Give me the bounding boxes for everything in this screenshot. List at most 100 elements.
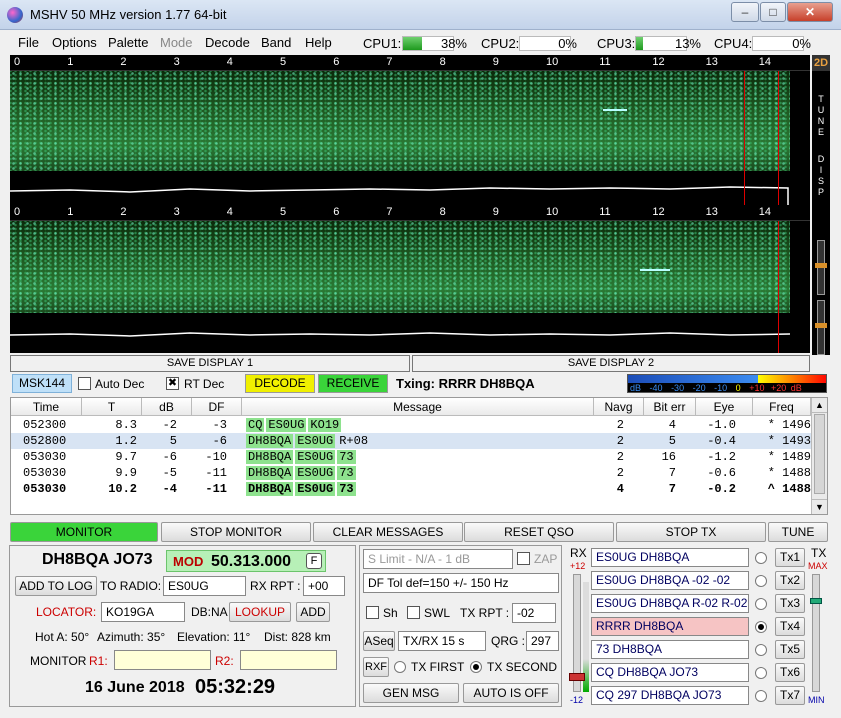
tx-message-3[interactable]: ES0UG DH8BQA R-02 R-02 [591, 594, 749, 613]
maximize-button[interactable]: □ [760, 2, 786, 22]
sh-checkbox[interactable] [366, 606, 379, 619]
table-row[interactable]: 052300 8.3 -2 -3 2 4 -1.0 * 1496 CQ ES0UG KO19 [11, 417, 811, 433]
f-button[interactable]: F [306, 553, 322, 569]
auto-dec-checkbox[interactable] [78, 377, 91, 390]
menu-file[interactable]: File [18, 35, 39, 50]
tx-select-radio-5[interactable] [755, 644, 767, 656]
add-button[interactable]: ADD [296, 602, 330, 622]
waterfall-display-2[interactable]: 0123456789101112131415 [10, 205, 810, 353]
col-db[interactable]: dB [142, 398, 192, 416]
tx-level-thumb[interactable] [810, 598, 822, 604]
monitor-button[interactable]: MONITOR [10, 522, 158, 542]
col-freq[interactable]: Freq [753, 398, 811, 416]
minimize-button[interactable]: – [731, 2, 759, 22]
txrx-period-spinner[interactable]: TX/RX 15 s [398, 631, 486, 651]
menu-options[interactable]: Options [52, 35, 97, 50]
cell-df: -6 [212, 434, 227, 448]
save-display-1-button[interactable]: SAVE DISPLAY 1 [10, 355, 410, 372]
tx1-button[interactable]: Tx1 [775, 548, 805, 567]
col-navg[interactable]: Navg [594, 398, 644, 416]
r2-input[interactable] [240, 650, 337, 670]
tx5-button[interactable]: Tx5 [775, 640, 805, 659]
menu-help[interactable]: Help [305, 35, 332, 50]
waterfall-display-1[interactable]: 0123456789101112131415 [10, 55, 810, 205]
reset-qso-button[interactable]: RESET QSO [464, 522, 614, 542]
tx-select-radio-6[interactable] [755, 667, 767, 679]
save-display-2-button[interactable]: SAVE DISPLAY 2 [412, 355, 810, 372]
rx-label: RX [570, 546, 587, 560]
tx-message-6[interactable]: CQ DH8BQA JO73 [591, 663, 749, 682]
tx-select-radio-3[interactable] [755, 598, 767, 610]
s-limit-spinner[interactable]: S Limit - N/A - 1 dB [363, 549, 513, 569]
clear-messages-button[interactable]: CLEAR MESSAGES [313, 522, 463, 542]
scroll-up-icon[interactable]: ▲ [812, 398, 827, 413]
col-df[interactable]: DF [192, 398, 242, 416]
mode-indicator[interactable]: MSK144 [12, 374, 72, 393]
tx-rpt-select[interactable]: -02 [512, 603, 556, 623]
2d-toggle[interactable]: 2D [812, 55, 830, 71]
add-to-log-button[interactable]: ADD TO LOG [15, 576, 97, 596]
tx3-button[interactable]: Tx3 [775, 594, 805, 613]
df-tol-spinner[interactable]: DF Tol def=150 +/- 150 Hz [363, 573, 559, 593]
lookup-button[interactable]: LOOKUP [229, 602, 291, 622]
tx-message-1[interactable]: ES0UG DH8BQA [591, 548, 749, 567]
tx6-button[interactable]: Tx6 [775, 663, 805, 682]
menu-mode[interactable]: Mode [160, 35, 193, 50]
stop-tx-button[interactable]: STOP TX [616, 522, 766, 542]
tx-second-radio[interactable] [470, 661, 482, 673]
rt-dec-checkbox[interactable]: ✖ [166, 377, 179, 390]
col-message[interactable]: Message [242, 398, 594, 416]
zap-checkbox[interactable] [517, 552, 530, 565]
cell-df: -10 [205, 450, 227, 464]
stop-monitor-button[interactable]: STOP MONITOR [161, 522, 311, 542]
tx-message-4[interactable]: RRRR DH8BQA [591, 617, 749, 636]
tx-level-slider[interactable] [812, 574, 820, 692]
message-token: 73 [337, 466, 356, 480]
table-row[interactable]: 053030 9.9 -5 -11 2 7 -0.6 * 1488 DH8BQA ES0UG 73 [11, 465, 811, 481]
col-eye[interactable]: Eye [696, 398, 753, 416]
r1-input[interactable] [114, 650, 211, 670]
swl-checkbox[interactable] [407, 606, 420, 619]
aseq-button[interactable]: ASeq [363, 631, 395, 651]
menu-band[interactable]: Band [261, 35, 291, 50]
tx-select-radio-7[interactable] [755, 690, 767, 702]
scroll-down-icon[interactable]: ▼ [812, 499, 827, 514]
auto-is-off-button[interactable]: AUTO IS OFF [463, 683, 559, 703]
qrg-input[interactable]: 297 [526, 631, 559, 651]
tx-message-7[interactable]: CQ 297 DH8BQA JO73 [591, 686, 749, 705]
contrast-thumb-1[interactable] [815, 263, 827, 268]
to-radio-input[interactable]: ES0UG [163, 576, 246, 596]
locator-input[interactable]: KO19GA [101, 602, 185, 622]
close-button[interactable]: ✕ [787, 2, 833, 22]
decode-table[interactable]: Time T dB DF Message Navg Bit err Eye Fr… [10, 397, 828, 515]
table-row[interactable]: 052800 1.2 5 -6 2 5 -0.4 * 1493 DH8BQA ES0UG R+08 [11, 433, 811, 449]
rx-rpt-select[interactable]: +00 [303, 576, 345, 596]
tx-select-radio-4[interactable] [755, 621, 767, 633]
tx-message-2[interactable]: ES0UG DH8BQA -02 -02 [591, 571, 749, 590]
col-biterr[interactable]: Bit err [644, 398, 696, 416]
rxf-button[interactable]: RXF [363, 657, 389, 677]
table-row[interactable]: 053030 9.7 -6 -10 2 16 -1.2 * 1489 DH8BQA ES0UG 73 [11, 449, 811, 465]
tx2-button[interactable]: Tx2 [775, 571, 805, 590]
tx-select-radio-2[interactable] [755, 575, 767, 587]
tx-message-5[interactable]: 73 DH8BQA [591, 640, 749, 659]
cpu1-value: 38% [440, 36, 467, 51]
menu-palette[interactable]: Palette [108, 35, 148, 50]
menu-decode[interactable]: Decode [205, 35, 250, 50]
tx7-button[interactable]: Tx7 [775, 686, 805, 705]
rx-gain-thumb[interactable] [569, 673, 585, 681]
col-time[interactable]: Time [11, 398, 82, 416]
time-tick: 4 [226, 206, 233, 218]
decode-indicator[interactable]: DECODE [245, 374, 315, 393]
tx-first-radio[interactable] [394, 661, 406, 673]
tx4-button[interactable]: Tx4 [775, 617, 805, 636]
contrast-thumb-2[interactable] [815, 323, 827, 328]
col-t[interactable]: T [82, 398, 142, 416]
scroll-thumb[interactable] [814, 414, 825, 494]
table-scrollbar[interactable]: ▲ ▼ [811, 398, 827, 514]
table-row[interactable]: 053030 10.2 -4 -11 4 7 -0.2 ^ 1488 DH8BQA ES0UG 73 [11, 481, 811, 497]
gen-msg-button[interactable]: GEN MSG [363, 683, 459, 703]
tune-button[interactable]: TUNE [768, 522, 828, 542]
cell-navg: 2 [616, 434, 624, 448]
tx-select-radio-1[interactable] [755, 552, 767, 564]
